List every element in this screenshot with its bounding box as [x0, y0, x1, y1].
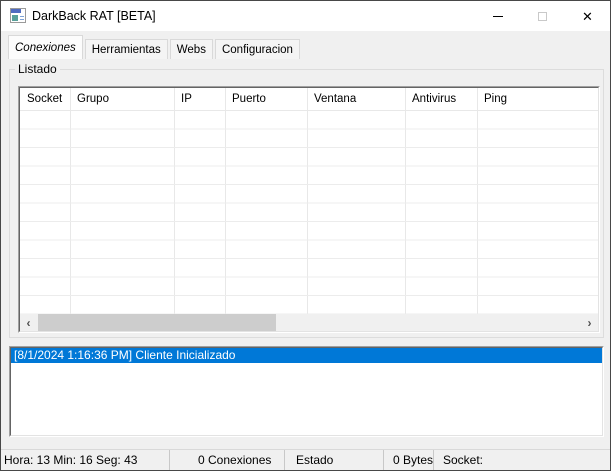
- statusbar-separator: [433, 450, 434, 470]
- close-icon: ✕: [582, 10, 593, 23]
- close-button[interactable]: ✕: [565, 1, 610, 31]
- tab-configuracion[interactable]: Configuracion: [215, 39, 300, 59]
- log-listbox: [8/1/2024 1:16:36 PM] Cliente Inicializa…: [9, 346, 604, 437]
- horizontal-scrollbar[interactable]: ‹ ›: [20, 314, 598, 331]
- titlebar[interactable]: DarkBack RAT [BETA] ✕: [1, 1, 610, 31]
- listado-groupbox-label: Listado: [15, 62, 60, 76]
- status-panel-estado: Estado: [296, 453, 333, 467]
- app-window: DarkBack RAT [BETA] ✕ Conexiones Herrami…: [0, 0, 611, 471]
- scroll-left-icon[interactable]: ‹: [20, 314, 37, 331]
- window-title: DarkBack RAT [BETA]: [32, 9, 156, 23]
- status-panel-connections: 0 Conexiones: [198, 453, 271, 467]
- statusbar: Hora: 13 Min: 16 Seg: 43 0 Conexiones Es…: [1, 449, 610, 470]
- scrollbar-thumb[interactable]: [38, 314, 276, 331]
- statusbar-separator: [383, 450, 384, 470]
- column-header-ventana[interactable]: Ventana: [307, 88, 405, 110]
- statusbar-separator: [284, 450, 285, 470]
- column-header-antivirus[interactable]: Antivirus: [405, 88, 477, 110]
- listado-groupbox: Listado Socket Grupo IP Puerto Ventana A…: [9, 69, 604, 338]
- status-panel-bytes: 0 Bytes: [393, 453, 433, 467]
- minimize-icon: [493, 16, 503, 17]
- log-entry[interactable]: [8/1/2024 1:16:36 PM] Cliente Inicializa…: [11, 348, 602, 363]
- scroll-right-icon[interactable]: ›: [581, 314, 598, 331]
- listview-grid: [20, 111, 598, 314]
- tab-herramientas[interactable]: Herramientas: [85, 39, 168, 59]
- tab-conexiones[interactable]: Conexiones: [8, 35, 83, 59]
- status-panel-time: Hora: 13 Min: 16 Seg: 43: [4, 453, 137, 467]
- connections-listview: Socket Grupo IP Puerto Ventana Antivirus…: [18, 86, 600, 333]
- statusbar-separator: [169, 450, 170, 470]
- maximize-button: [520, 1, 565, 31]
- column-header-ping[interactable]: Ping: [477, 88, 597, 110]
- column-header-ip[interactable]: IP: [174, 88, 225, 110]
- tab-webs[interactable]: Webs: [170, 39, 213, 59]
- column-header-puerto[interactable]: Puerto: [225, 88, 307, 110]
- column-header-grupo[interactable]: Grupo: [70, 88, 174, 110]
- tabstrip: Conexiones Herramientas Webs Configuraci…: [8, 35, 302, 59]
- column-header-socket[interactable]: Socket: [20, 88, 70, 110]
- status-panel-socket: Socket:: [443, 453, 483, 467]
- minimize-button[interactable]: [475, 1, 520, 31]
- app-icon: [10, 8, 26, 23]
- maximize-icon: [538, 12, 547, 21]
